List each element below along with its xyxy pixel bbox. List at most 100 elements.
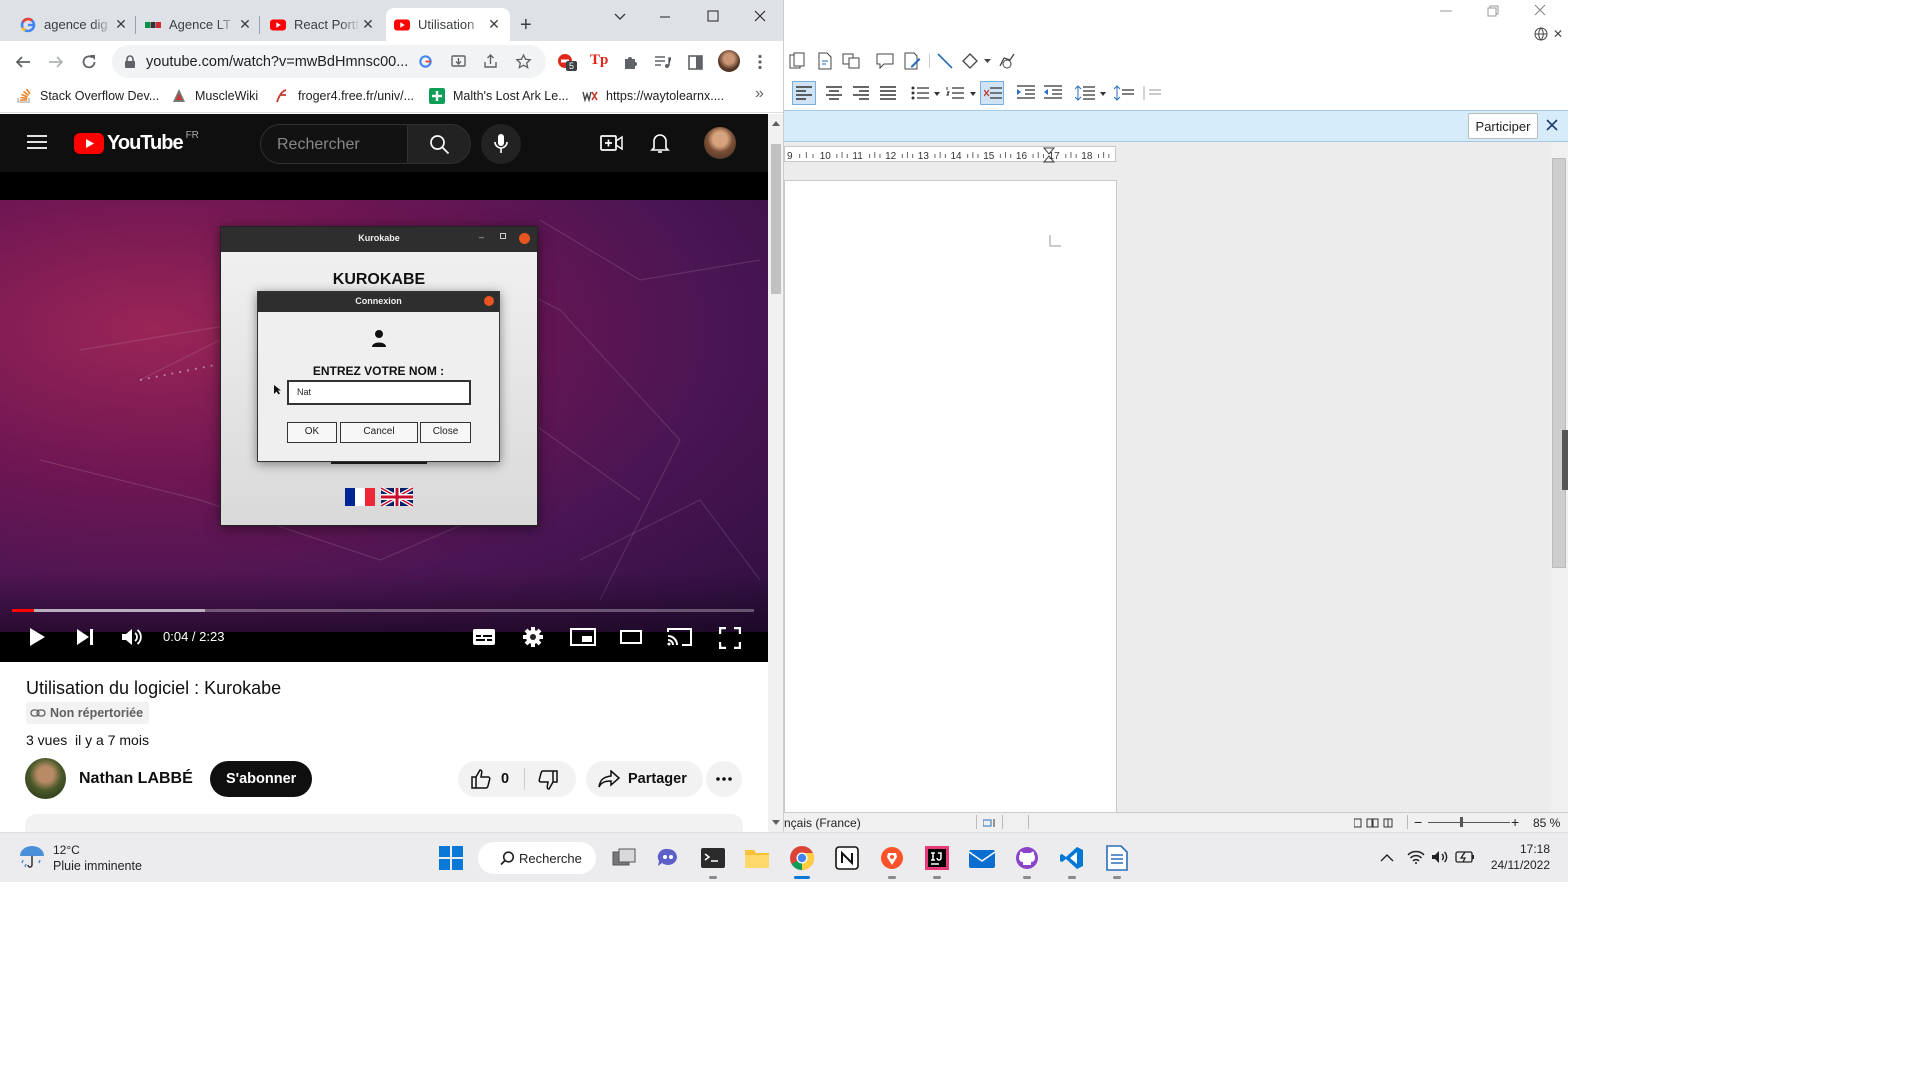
tab-react-portfolio[interactable]: React Portf ✕ bbox=[262, 8, 384, 41]
close-tab-icon[interactable]: ✕ bbox=[486, 16, 502, 33]
side-panel-icon[interactable] bbox=[687, 54, 704, 71]
notion-button[interactable] bbox=[831, 842, 863, 874]
zoom-slider-handle[interactable] bbox=[1460, 817, 1463, 827]
page-scrollbar[interactable] bbox=[768, 114, 783, 832]
hamburger-menu-icon[interactable] bbox=[27, 134, 47, 150]
hidden-icons-chevron-icon[interactable] bbox=[1380, 853, 1394, 862]
increase-indent-icon[interactable] bbox=[1017, 85, 1035, 101]
scrollbar-thumb[interactable] bbox=[771, 144, 781, 294]
zoom-out-button[interactable]: − bbox=[1414, 814, 1422, 830]
zoom-slider[interactable] bbox=[1428, 822, 1510, 823]
numbered-dropdown-icon[interactable] bbox=[970, 92, 976, 96]
more-actions-button[interactable] bbox=[706, 761, 742, 797]
battery-charging-icon[interactable] bbox=[1455, 850, 1475, 864]
insert-line-icon[interactable] bbox=[936, 52, 954, 70]
line-spacing-dropdown-icon[interactable] bbox=[1100, 92, 1106, 96]
teams-chat-button[interactable] bbox=[652, 842, 684, 874]
tab-search-icon[interactable] bbox=[613, 11, 627, 21]
create-video-icon[interactable] bbox=[600, 132, 624, 154]
scroll-down-icon[interactable] bbox=[772, 820, 780, 826]
selection-mode-icon[interactable] bbox=[983, 818, 997, 828]
sidebar-toggle-handle[interactable] bbox=[1562, 430, 1568, 490]
close-tab-icon[interactable]: ✕ bbox=[237, 16, 253, 33]
bullet-dropdown-icon[interactable] bbox=[934, 92, 940, 96]
fullscreen-icon[interactable] bbox=[719, 627, 741, 649]
share-button[interactable]: Partager bbox=[586, 761, 703, 797]
align-center-icon[interactable] bbox=[826, 86, 842, 100]
writer-close-icon[interactable] bbox=[1534, 4, 1546, 16]
insert-footnote-icon[interactable] bbox=[816, 52, 834, 70]
tab-utilisation-active[interactable]: Utilisation ✕ bbox=[386, 8, 510, 41]
volume-icon[interactable] bbox=[121, 627, 145, 647]
view-layout-icons[interactable] bbox=[1354, 818, 1394, 828]
writer-taskbar-button[interactable] bbox=[1101, 842, 1133, 874]
file-explorer-button[interactable] bbox=[741, 842, 773, 874]
no-list-button[interactable] bbox=[980, 81, 1004, 105]
align-left-button[interactable] bbox=[792, 81, 816, 105]
chrome-taskbar-button[interactable] bbox=[786, 842, 818, 874]
justify-icon[interactable] bbox=[880, 86, 896, 100]
line-spacing-icon[interactable] bbox=[1075, 85, 1095, 101]
weather-widget[interactable]: 12°C Pluie imminente bbox=[18, 842, 142, 874]
search-input[interactable]: Rechercher bbox=[260, 124, 408, 164]
bookmark-star-icon[interactable] bbox=[515, 53, 532, 70]
intellij-button[interactable] bbox=[921, 842, 953, 874]
bookmark-waytolearnx[interactable]: https://waytolearnx.... bbox=[582, 88, 724, 104]
writer-scroll-thumb[interactable] bbox=[1552, 158, 1566, 568]
google-lens-icon[interactable] bbox=[418, 54, 433, 69]
miniplayer-icon[interactable] bbox=[570, 628, 596, 646]
maximize-icon[interactable] bbox=[706, 9, 720, 23]
start-button[interactable] bbox=[435, 842, 467, 874]
account-avatar[interactable] bbox=[704, 127, 736, 159]
channel-name[interactable]: Nathan LABBÉ bbox=[79, 770, 193, 788]
cast-icon[interactable] bbox=[667, 627, 693, 647]
scroll-up-icon[interactable] bbox=[772, 120, 780, 126]
language-globe-icon[interactable] bbox=[1534, 27, 1548, 41]
reload-icon[interactable] bbox=[80, 53, 98, 71]
bookmark-musclewiki[interactable]: MuscleWiki bbox=[171, 88, 258, 104]
new-tab-button[interactable]: + bbox=[520, 14, 532, 37]
forward-icon[interactable] bbox=[47, 53, 65, 71]
tab-agence-lt[interactable]: Agence LT ✕ bbox=[137, 8, 261, 41]
play-icon[interactable] bbox=[27, 627, 47, 647]
shapes-dropdown-icon[interactable] bbox=[984, 59, 991, 63]
search-button[interactable] bbox=[407, 124, 471, 164]
thumbs-down-icon[interactable] bbox=[538, 770, 558, 790]
minimize-icon[interactable] bbox=[658, 10, 672, 24]
system-clock[interactable]: 17:18 24/11/2022 bbox=[1488, 841, 1550, 873]
draw-shapes-icon[interactable] bbox=[998, 52, 1016, 70]
close-window-icon[interactable] bbox=[753, 9, 767, 23]
increase-paragraph-spacing-icon[interactable] bbox=[1114, 85, 1134, 101]
close-tab-icon[interactable]: ✕ bbox=[113, 16, 129, 33]
participer-button[interactable]: Participer bbox=[1468, 113, 1538, 139]
bookmarks-overflow-button[interactable]: » bbox=[755, 85, 764, 103]
bookmark-malth[interactable]: Malth's Lost Ark Le... bbox=[429, 88, 569, 104]
extension-adblock-icon[interactable]: 5 bbox=[556, 52, 578, 72]
menu-kebab-icon[interactable] bbox=[757, 54, 763, 70]
youtube-logo[interactable]: YouTube FR bbox=[74, 130, 199, 155]
subscribe-button[interactable]: S'abonner bbox=[210, 761, 313, 797]
horizontal-ruler[interactable]: 9 10 11 12 13 14 15 16 17 18 bbox=[784, 146, 1116, 163]
track-changes-icon[interactable] bbox=[903, 52, 921, 70]
insert-special-icon[interactable] bbox=[788, 52, 806, 70]
decrease-indent-icon[interactable] bbox=[1044, 85, 1062, 101]
settings-gear-icon[interactable] bbox=[522, 626, 544, 648]
writer-restore-icon[interactable] bbox=[1487, 5, 1499, 17]
subtitles-icon[interactable] bbox=[472, 627, 496, 647]
basic-shapes-icon[interactable] bbox=[961, 52, 979, 70]
numbered-list-icon[interactable] bbox=[946, 86, 964, 100]
bookmark-froger[interactable]: froger4.free.fr/univ/... bbox=[274, 88, 414, 104]
bookmark-stackoverflow[interactable]: Stack Overflow Dev... bbox=[16, 88, 159, 104]
vscode-button[interactable] bbox=[1056, 842, 1088, 874]
align-right-icon[interactable] bbox=[853, 86, 869, 100]
channel-avatar[interactable] bbox=[25, 758, 66, 799]
terminal-button[interactable] bbox=[697, 842, 729, 874]
like-button[interactable]: 0 bbox=[458, 761, 524, 797]
next-video-icon[interactable] bbox=[75, 627, 95, 647]
task-view-button[interactable] bbox=[608, 842, 640, 874]
description-box[interactable] bbox=[25, 814, 743, 832]
brave-button[interactable] bbox=[876, 842, 908, 874]
profile-avatar[interactable] bbox=[718, 50, 740, 72]
notifications-bell-icon[interactable] bbox=[650, 132, 670, 154]
media-control-icon[interactable] bbox=[654, 54, 671, 71]
